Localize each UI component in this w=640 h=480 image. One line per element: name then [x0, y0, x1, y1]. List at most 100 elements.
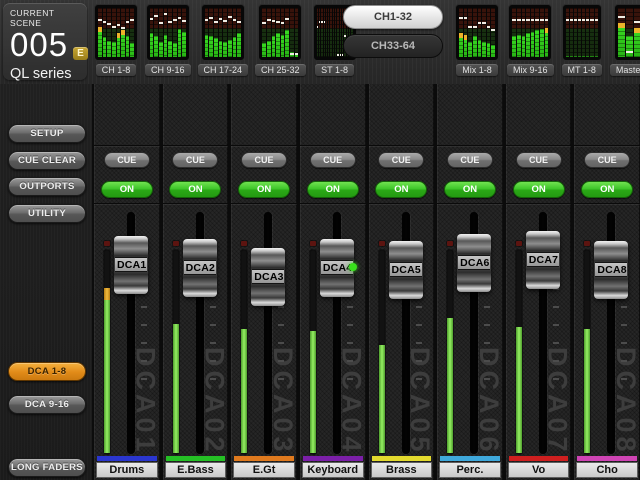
- on-button[interactable]: ON: [169, 181, 221, 198]
- meter-peak-indicator: [517, 19, 521, 21]
- cue-button[interactable]: CUE: [104, 152, 150, 168]
- channel-name-label[interactable]: Keyboard: [302, 462, 364, 478]
- meter-bar: [228, 8, 232, 57]
- on-button[interactable]: ON: [444, 181, 496, 198]
- channel-name-label[interactable]: E.Bass: [165, 462, 227, 478]
- meter-bar-fill: [482, 42, 486, 57]
- fader-knob[interactable]: DCA2: [183, 239, 217, 297]
- on-button[interactable]: ON: [101, 181, 153, 198]
- on-button[interactable]: ON: [581, 181, 633, 198]
- channel-name-label[interactable]: Drums: [96, 462, 158, 478]
- meter-block[interactable]: MT 1-8: [562, 4, 602, 76]
- meter-bar: [182, 8, 186, 57]
- meter-bar-yellow-tip: [459, 33, 463, 38]
- fader-knob[interactable]: DCA8: [594, 241, 628, 299]
- fader-scale-tick: [553, 306, 559, 308]
- meter-peak-indicator: [112, 26, 116, 28]
- channel-name-label[interactable]: Vo: [508, 462, 570, 478]
- meter-block-label: Master: [610, 64, 640, 76]
- meter-box: [258, 4, 302, 61]
- meter-bar-fill: [168, 41, 172, 57]
- sidebar-button-utility[interactable]: UTILITY: [8, 204, 86, 223]
- meter-bar: [464, 8, 468, 57]
- meter-bar-fill: [121, 30, 125, 57]
- meter-bar: [130, 8, 134, 57]
- meter-peak-indicator: [290, 53, 294, 55]
- cue-button[interactable]: CUE: [516, 152, 562, 168]
- meter-bar: [328, 8, 329, 57]
- fader-knob-label: DCA5: [390, 262, 422, 277]
- meter-peak-indicator: [223, 20, 227, 22]
- sidebar-button-setup[interactable]: SETUP: [8, 124, 86, 143]
- meter-bar-fill: [178, 29, 182, 57]
- channel-name-label[interactable]: Perc.: [439, 462, 501, 478]
- meter-bar-yellow-tip: [618, 23, 625, 28]
- sidebar-button-dca-1-8[interactable]: DCA 1-8: [8, 362, 86, 381]
- meter-block[interactable]: CH 17-24: [198, 4, 249, 76]
- strip-divider: [231, 145, 297, 146]
- meter-bar: [574, 8, 577, 57]
- meter-block[interactable]: Mix 9-16: [507, 4, 554, 76]
- on-button[interactable]: ON: [307, 181, 359, 198]
- meter-bar: [578, 8, 581, 57]
- fader-knob[interactable]: DCA4: [320, 239, 354, 297]
- channel-meter: [379, 250, 385, 454]
- meter-block[interactable]: Master: [610, 4, 640, 76]
- on-button[interactable]: ON: [513, 181, 565, 198]
- meter-peak-indicator: [317, 26, 318, 28]
- sidebar-button-cue-clear[interactable]: CUE CLEAR: [8, 151, 86, 170]
- strip-divider: [94, 145, 160, 146]
- cue-button[interactable]: CUE: [378, 152, 424, 168]
- fader-knob[interactable]: DCA7: [526, 231, 560, 289]
- meter-peak-indicator: [214, 21, 218, 23]
- meter-peak-indicator: [324, 21, 325, 23]
- cue-button[interactable]: CUE: [310, 152, 356, 168]
- meter-block[interactable]: CH 9-16: [145, 4, 191, 76]
- fader-scale-tick: [621, 378, 627, 380]
- meter-block[interactable]: Mix 1-8: [455, 4, 499, 76]
- fader-knob[interactable]: DCA6: [457, 234, 491, 292]
- fader-knob[interactable]: DCA1: [114, 236, 148, 294]
- meter-bar: [478, 8, 482, 57]
- channel-name-label[interactable]: E.Gt: [233, 462, 295, 478]
- cue-button[interactable]: CUE: [241, 152, 287, 168]
- on-button[interactable]: ON: [238, 181, 290, 198]
- meter-bar-fill: [228, 40, 232, 57]
- fader-scale-tick: [278, 360, 284, 362]
- cue-button[interactable]: CUE: [172, 152, 218, 168]
- meter-bar: [272, 8, 276, 57]
- meter-block[interactable]: CH 25-32: [255, 4, 306, 76]
- meter-bar-fill: [267, 41, 271, 57]
- fader-scale-tick: [621, 306, 627, 308]
- channel-name-label[interactable]: Brass: [371, 462, 433, 478]
- bank-button-ch1-32[interactable]: CH1-32: [343, 5, 443, 29]
- sidebar-button-long-faders[interactable]: LONG FADERS: [8, 458, 86, 477]
- on-button[interactable]: ON: [375, 181, 427, 198]
- fader-knob[interactable]: DCA5: [389, 241, 423, 299]
- meter-bar: [214, 8, 218, 57]
- cue-button[interactable]: CUE: [584, 152, 630, 168]
- meter-peak-indicator: [267, 19, 271, 21]
- meter-bar: [237, 8, 241, 57]
- bank-select-buttons: CH1-32 CH33-64: [343, 5, 443, 58]
- meter-bar: [473, 8, 477, 57]
- cue-button[interactable]: CUE: [447, 152, 493, 168]
- current-scene-panel[interactable]: CURRENT SCENE 005 E QL series: [3, 3, 87, 80]
- meter-box: [201, 4, 245, 61]
- meter-block[interactable]: CH 1-8: [94, 4, 138, 76]
- fader-scale-tick: [210, 378, 216, 380]
- channel-strip: CUE ON DCA04 DCA4 Keyboard: [300, 84, 366, 480]
- fader-knob[interactable]: DCA3: [251, 248, 285, 306]
- strip-divider: [369, 145, 435, 146]
- strip-divider: [574, 203, 640, 204]
- fader-scale-tick: [278, 378, 284, 380]
- meter-bar-fill: [205, 35, 209, 57]
- meter-bar-fill: [545, 28, 549, 57]
- channel-name-label[interactable]: Cho: [576, 462, 638, 478]
- sidebar-button-outports[interactable]: OUTPORTS: [8, 177, 86, 196]
- bank-button-ch33-64[interactable]: CH33-64: [343, 34, 443, 58]
- strip-divider: [300, 145, 366, 146]
- meter-bar: [321, 8, 322, 57]
- channel-strip: CUE ON DCA08 DCA8 Cho: [574, 84, 640, 480]
- sidebar-button-dca-9-16[interactable]: DCA 9-16: [8, 395, 86, 414]
